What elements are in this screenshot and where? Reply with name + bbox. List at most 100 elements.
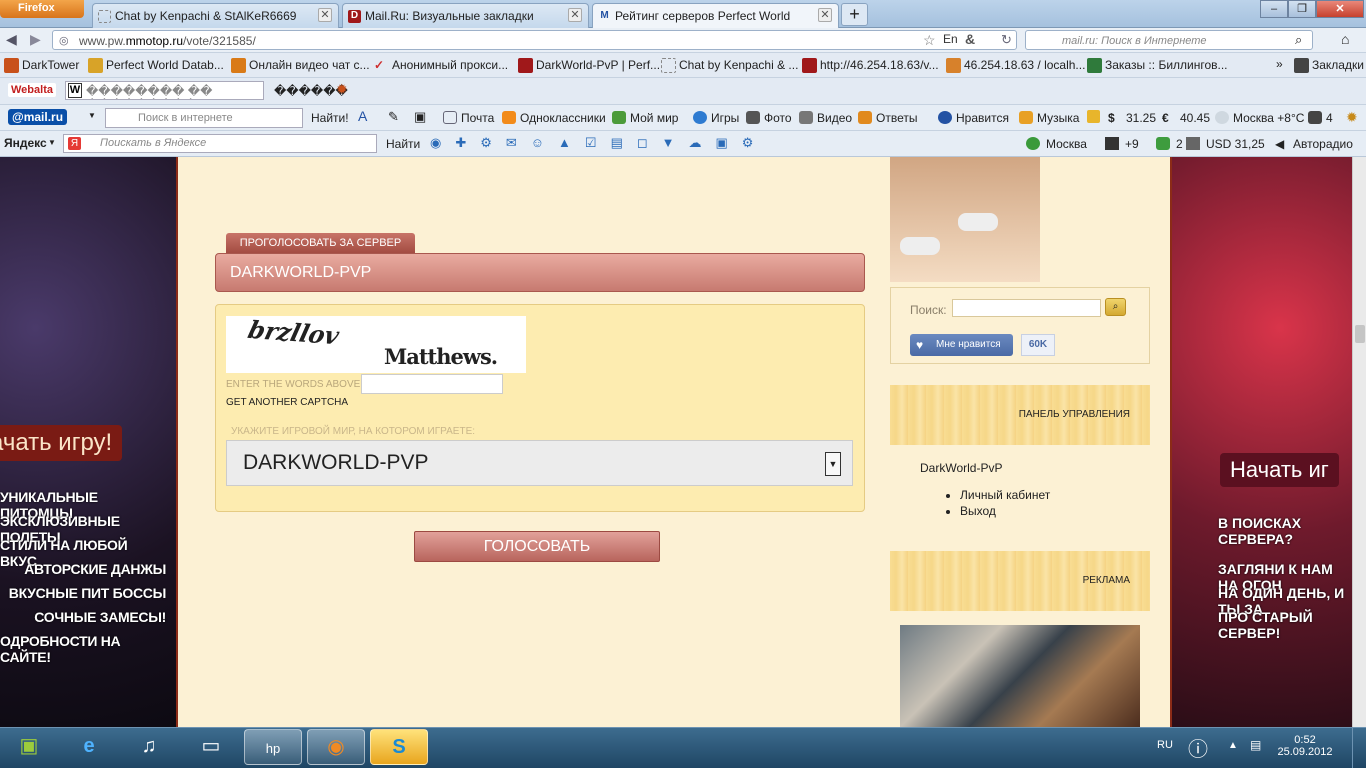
- scrollbar-thumb[interactable]: [1355, 325, 1365, 343]
- bookmark-pwdb[interactable]: Perfect World Datab...: [86, 58, 224, 74]
- back-icon[interactable]: ◀: [6, 31, 17, 48]
- sidebar-search-input[interactable]: [952, 299, 1101, 317]
- close-icon[interactable]: ✕: [568, 8, 582, 22]
- android-icon[interactable]: ▣: [0, 729, 58, 765]
- eur-rate[interactable]: €40.45: [1162, 111, 1210, 125]
- close-icon[interactable]: ✕: [318, 8, 332, 22]
- gear-icon[interactable]: ✹: [1346, 109, 1358, 126]
- start-game-banner[interactable]: Начать иг: [1220, 453, 1339, 487]
- navigation-bar: ◀ ▶ ◎ www.pw.mmotop.ru/vote/321585/ ☆ En…: [0, 28, 1366, 53]
- traffic[interactable]: 4: [1308, 111, 1333, 125]
- mailru-games[interactable]: Игры: [693, 111, 739, 125]
- star-icon[interactable]: ☆: [923, 32, 936, 49]
- info-icon[interactable]: ⓘ: [1188, 733, 1208, 762]
- window-close-button[interactable]: ✕: [1316, 0, 1364, 18]
- right-banner[interactable]: Начать иг В поисках сервера? Загляни к н…: [1170, 157, 1352, 727]
- mailru-music[interactable]: Музыка: [1019, 111, 1079, 125]
- font-size-icon[interactable]: A: [358, 108, 367, 124]
- gear-icon[interactable]: ✹: [336, 81, 348, 98]
- chevron-down-icon[interactable]: ▼: [88, 111, 96, 120]
- mailru-video[interactable]: Видео: [799, 111, 852, 125]
- skype-icon[interactable]: S: [370, 729, 428, 765]
- maximize-button[interactable]: ❐: [1288, 0, 1316, 18]
- mailru-like[interactable]: Нравится: [938, 111, 1009, 125]
- internet-explorer-icon[interactable]: e: [60, 729, 118, 765]
- bookmarks-more-button[interactable]: »: [1276, 57, 1283, 71]
- weather[interactable]: Москва +8°C: [1215, 111, 1304, 125]
- mail-counter-icon[interactable]: [1087, 110, 1100, 123]
- forward-icon[interactable]: ▶: [30, 31, 41, 48]
- tab-rating[interactable]: M Рейтинг серверов Perfect World ✕: [592, 3, 839, 28]
- firefox-menu-button[interactable]: Firefox: [0, 0, 84, 18]
- menu-item-cabinet[interactable]: Личный кабинет: [960, 488, 1050, 504]
- hp-icon[interactable]: hp: [244, 729, 302, 765]
- search-icon[interactable]: ⌕: [1105, 298, 1126, 316]
- reload-icon[interactable]: ↻: [1001, 32, 1012, 48]
- window-icon[interactable]: ▣: [414, 109, 426, 125]
- network-tray-icon[interactable]: ▤: [1250, 738, 1261, 752]
- left-banner[interactable]: ачать игру! уникальные питомцы эксклюзив…: [0, 157, 178, 727]
- vote-tab[interactable]: ПРОГОЛОСОВАТЬ ЗА СЕРВЕР: [226, 233, 415, 254]
- mailru-logo[interactable]: @mail.ru: [8, 109, 68, 125]
- yandex-city[interactable]: Москва: [1026, 137, 1087, 151]
- yandex-logo[interactable]: Яндекс: [4, 136, 47, 150]
- tray-arrow-icon[interactable]: ▲: [1228, 740, 1238, 751]
- toolbar-icons[interactable]: ◉✚⚙✉☺▲☑▤◻▼☁▣⚙: [430, 135, 767, 151]
- vertical-scrollbar[interactable]: [1352, 157, 1366, 727]
- yandex-find-button[interactable]: Найти: [386, 137, 420, 151]
- tab-mailru[interactable]: D Mail.Ru: Визуальные закладки ✕: [342, 3, 589, 28]
- language-indicator[interactable]: RU: [1157, 739, 1173, 751]
- vote-button[interactable]: ГОЛОСОВАТЬ: [414, 531, 660, 562]
- bookmark-darkworld[interactable]: DarkWorld-PvP | Perf...: [516, 58, 660, 74]
- system-clock[interactable]: 0:52 25.09.2012: [1270, 734, 1340, 758]
- yandex-mail[interactable]: 2: [1156, 137, 1183, 151]
- mailru-search-input[interactable]: Поиск в интернете: [105, 108, 303, 128]
- close-icon[interactable]: ✕: [818, 8, 832, 22]
- mailru-myworld[interactable]: Мой мир: [612, 111, 678, 125]
- translate-icon[interactable]: En: [943, 32, 958, 46]
- bookmark-label: DarkTower: [22, 58, 80, 72]
- bookmark-proxy[interactable]: ✓ Анонимный прокси...: [372, 58, 508, 74]
- new-tab-button[interactable]: +: [841, 3, 868, 26]
- address-bar[interactable]: ◎ www.pw.mmotop.ru/vote/321585/ ☆ En & ↻: [52, 30, 1017, 50]
- home-icon[interactable]: ⌂: [1341, 31, 1349, 47]
- mailru-ok[interactable]: Одноклассники: [502, 111, 606, 125]
- bookmark-pma[interactable]: 46.254.18.63 / localh...: [944, 58, 1085, 74]
- mailru-mail[interactable]: Почта: [443, 111, 494, 125]
- usd-rate[interactable]: $31.25: [1108, 111, 1156, 125]
- firefox-icon[interactable]: ◉: [307, 729, 365, 765]
- minimize-button[interactable]: –: [1260, 0, 1288, 18]
- yandex-search-input[interactable]: Я Поискать в Яндексе: [63, 134, 377, 153]
- chevron-down-icon[interactable]: ▼: [48, 138, 56, 147]
- tab-chat[interactable]: Chat by Kenpachi & StAlKeR6669 ✕: [92, 3, 339, 28]
- show-desktop-button[interactable]: [1352, 728, 1366, 768]
- bookmark-billing[interactable]: Заказы :: Биллингов...: [1085, 58, 1228, 74]
- bookmark-ip[interactable]: http://46.254.18.63/v...: [800, 58, 939, 74]
- mailru-find-button[interactable]: Найти!: [311, 111, 349, 125]
- pen-icon[interactable]: ✎: [388, 109, 399, 125]
- bookmarks-folder[interactable]: Закладки: [1292, 58, 1364, 74]
- start-game-banner[interactable]: ачать игру!: [0, 425, 123, 461]
- music-player-icon[interactable]: ♫: [120, 729, 178, 765]
- search-input[interactable]: mail.ru: Поиск в Интернете: [1025, 30, 1313, 50]
- mailru-photo[interactable]: Фото: [746, 111, 792, 125]
- bookmark-darktower[interactable]: DarkTower: [2, 58, 79, 74]
- chevron-down-icon[interactable]: ▼: [825, 452, 841, 476]
- ampersand-icon[interactable]: &: [965, 31, 975, 47]
- yandex-currency[interactable]: USD 31,25: [1186, 137, 1265, 151]
- user-link[interactable]: DarkWorld-PvP: [920, 461, 1002, 475]
- search-icon[interactable]: ⌕: [1295, 32, 1302, 48]
- bookmark-video-chat[interactable]: Онлайн видео чат с...: [229, 58, 370, 74]
- network-icon[interactable]: ▭: [182, 729, 240, 765]
- bookmark-chat[interactable]: Chat by Kenpachi & ...: [659, 58, 798, 74]
- captcha-input[interactable]: [361, 374, 503, 394]
- yandex-weather[interactable]: +9: [1105, 137, 1139, 151]
- menu-item-logout[interactable]: Выход: [960, 504, 1050, 520]
- like-button[interactable]: ♥ Мне нравится: [910, 334, 1013, 356]
- ad-image[interactable]: [900, 625, 1140, 727]
- another-captcha-link[interactable]: GET ANOTHER CAPTCHA: [226, 397, 348, 408]
- mailru-answers[interactable]: Ответы: [858, 111, 917, 125]
- webalta-search-input[interactable]: W �������� �� ���������: [65, 81, 264, 100]
- yandex-radio[interactable]: ◀ Авторадио: [1275, 137, 1353, 151]
- world-select[interactable]: DARKWORLD-PVP ▼: [226, 440, 853, 486]
